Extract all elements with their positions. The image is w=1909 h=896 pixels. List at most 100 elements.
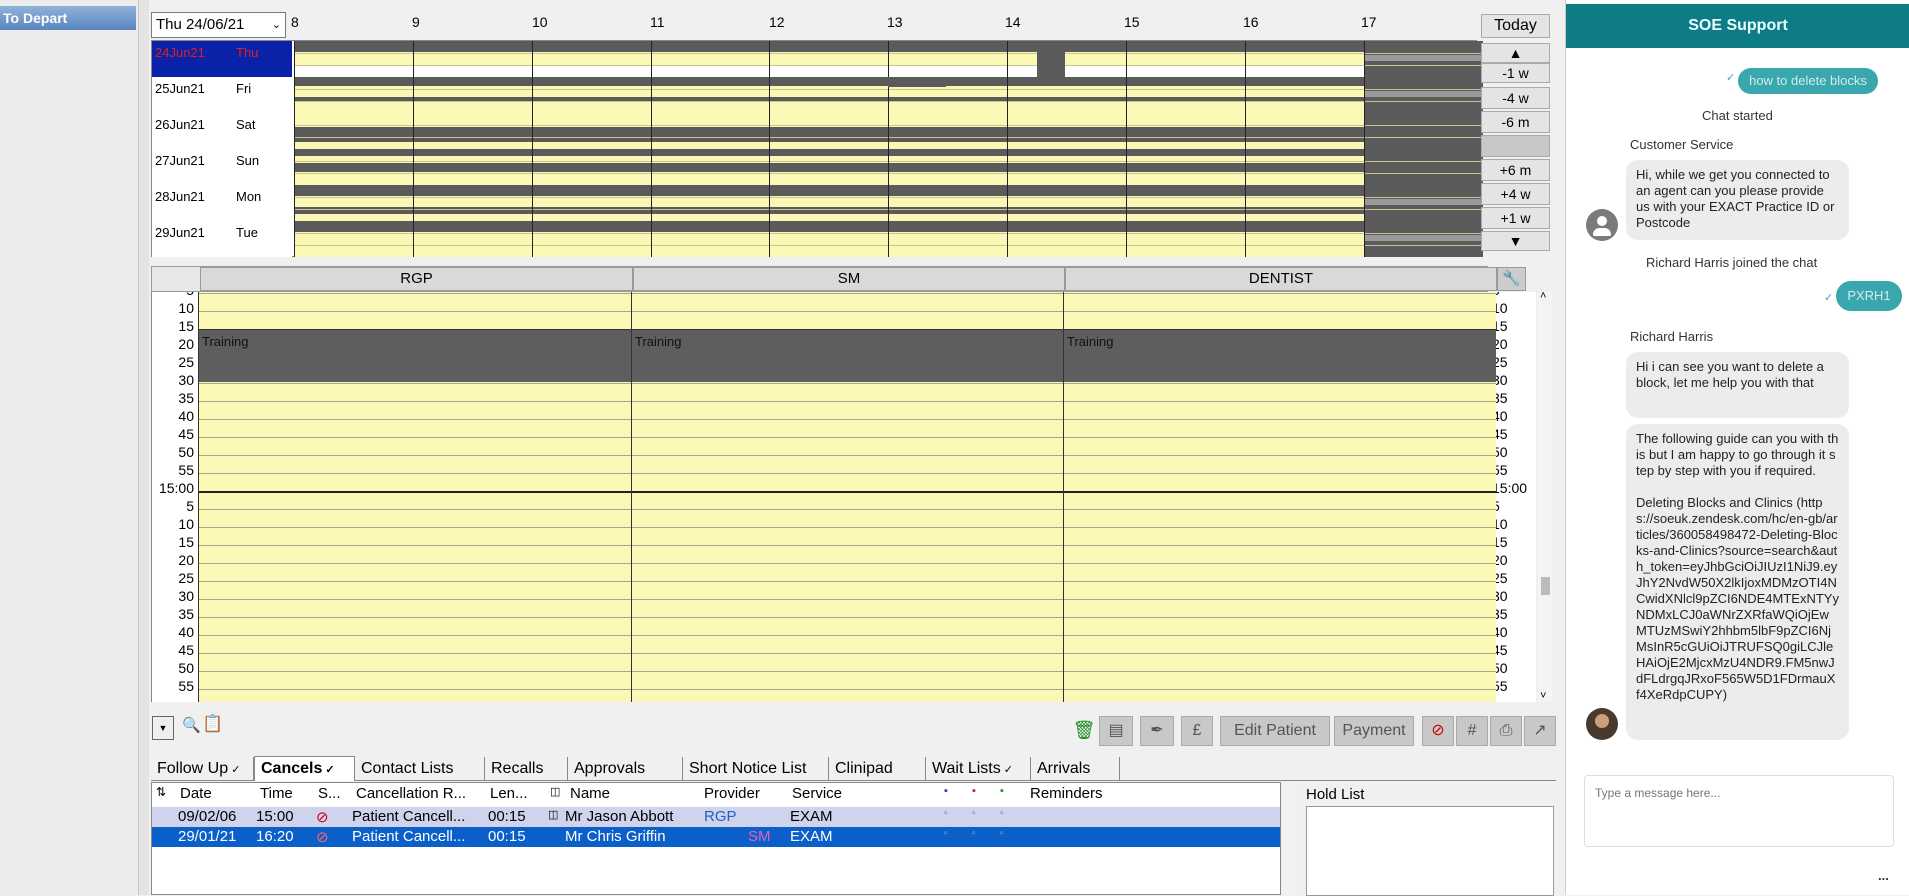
tab-cancels[interactable]: Cancels ✓ (254, 756, 355, 781)
week-day-row[interactable]: 26Jun21 Sat (152, 113, 1483, 149)
week-hour-cell[interactable] (532, 41, 651, 77)
card-icon[interactable]: ▤ (1099, 716, 1133, 746)
week-hour-cell[interactable] (294, 149, 413, 185)
tab-approvals[interactable]: Approvals (568, 757, 683, 780)
week-hour-cell[interactable] (1245, 77, 1364, 113)
week-hour-cell[interactable] (1007, 221, 1126, 257)
week-hour-cell[interactable] (651, 77, 770, 113)
week-hour-cell[interactable] (651, 185, 770, 221)
week-hour-cell[interactable] (294, 77, 413, 113)
splitter[interactable] (139, 0, 149, 895)
search-icon[interactable]: 🔍 (182, 716, 201, 734)
header-service[interactable]: Service (792, 785, 842, 802)
week-hour-cell[interactable] (888, 113, 1007, 149)
busy-slot[interactable] (888, 77, 946, 87)
week-hour-cell[interactable] (532, 113, 651, 149)
week-hour-cell[interactable] (651, 149, 770, 185)
week-hour-cell[interactable] (651, 41, 770, 77)
provider-column-rgp[interactable]: Training (198, 292, 631, 702)
week-hour-cell[interactable] (1007, 41, 1126, 77)
week-day-row[interactable]: 24Jun21 Thu (152, 41, 1483, 77)
week-hour-cell[interactable] (1245, 221, 1364, 257)
week-hour-cell[interactable] (888, 185, 1007, 221)
scroll-up-icon[interactable]: ˄ (1540, 290, 1546, 302)
header-name[interactable]: Name (570, 785, 610, 802)
training-block[interactable]: Training (632, 329, 1063, 382)
sort-icon[interactable]: ⇅ (156, 785, 166, 799)
week-hour-cell[interactable] (769, 41, 888, 77)
table-row[interactable]: 09/02/06 15:00 ⊘ Patient Cancell... 00:1… (152, 807, 1280, 827)
wrench-icon[interactable]: 🔧 (1497, 267, 1526, 291)
header-length[interactable]: Len... (490, 785, 528, 802)
week-hour-cell[interactable] (413, 221, 532, 257)
week-hour-cell[interactable] (413, 185, 532, 221)
week-hour-cell[interactable] (1126, 149, 1245, 185)
week-nav-button[interactable]: +6 m (1481, 159, 1550, 181)
header-reminders[interactable]: Reminders (1030, 785, 1103, 802)
week-hour-cell[interactable] (294, 185, 413, 221)
week-nav-button[interactable]: -4 w (1481, 87, 1550, 109)
week-hour-cell[interactable] (1126, 41, 1245, 77)
clipboard-icon[interactable]: 📋 (202, 714, 223, 734)
tab-wait-lists[interactable]: Wait Lists ✓ (926, 757, 1031, 780)
week-hour-cell[interactable] (651, 113, 770, 149)
tab-arrivals[interactable]: Arrivals (1031, 757, 1120, 780)
hold-list[interactable] (1306, 806, 1554, 896)
week-hour-cell[interactable] (1364, 221, 1483, 257)
header-note-icon[interactable]: ◫ (550, 785, 560, 798)
week-nav-button[interactable]: +1 w (1481, 207, 1550, 229)
chat-input[interactable] (1584, 775, 1894, 847)
export-icon[interactable]: ↗ (1524, 716, 1556, 746)
week-hour-cell[interactable] (532, 77, 651, 113)
cancel-icon[interactable]: ⊘ (1422, 716, 1454, 746)
week-nav-button[interactable]: ▼ (1481, 231, 1550, 251)
pen-icon[interactable]: ✒ (1140, 716, 1174, 746)
provider-column-sm[interactable]: Training (631, 292, 1063, 702)
week-nav-button[interactable]: +4 w (1481, 183, 1550, 205)
week-hour-cell[interactable] (769, 149, 888, 185)
week-hour-cell[interactable] (769, 185, 888, 221)
week-hour-cell[interactable] (1007, 77, 1126, 113)
tab-follow-up[interactable]: Follow Up ✓ (151, 757, 254, 780)
week-hour-cell[interactable] (888, 221, 1007, 257)
week-hour-cell[interactable] (413, 149, 532, 185)
week-hour-cell[interactable] (1245, 113, 1364, 149)
week-hour-cell[interactable] (532, 149, 651, 185)
printer-icon[interactable]: ⎙ (1490, 716, 1522, 746)
dropdown-icon[interactable]: ▼ (152, 716, 174, 740)
week-hour-cell[interactable] (413, 41, 532, 77)
week-hour-cell[interactable] (294, 113, 413, 149)
week-nav-button[interactable]: ▲ (1481, 43, 1550, 63)
week-nav-button[interactable]: -6 m (1481, 111, 1550, 133)
column-header-dentist[interactable]: DENTIST (1065, 267, 1497, 291)
tab-recalls[interactable]: Recalls (485, 757, 568, 780)
list-scrollbar[interactable] (1283, 782, 1297, 895)
week-hour-cell[interactable] (888, 41, 1007, 77)
week-day-row[interactable]: 25Jun21 Fri (152, 77, 1483, 113)
header-status[interactable]: S... (318, 785, 341, 802)
week-hour-cell[interactable] (888, 149, 1007, 185)
week-hour-cell[interactable] (532, 221, 651, 257)
scroll-thumb[interactable] (1541, 577, 1550, 595)
day-scrollbar[interactable]: ˄ ˅ (1538, 290, 1552, 702)
week-nav-button[interactable]: Today (1481, 14, 1550, 38)
week-day-row[interactable]: 27Jun21 Sun (152, 149, 1483, 185)
header-date[interactable]: Date (180, 785, 212, 802)
week-hour-cell[interactable] (532, 185, 651, 221)
edit-patient-button[interactable]: Edit Patient (1220, 716, 1330, 746)
cancels-list[interactable]: ⇅ Date Time S... Cancellation R... Len..… (151, 782, 1296, 895)
tab-contact-lists[interactable]: Contact Lists (355, 757, 485, 780)
scroll-down-icon[interactable]: ˅ (1540, 690, 1546, 702)
week-hour-cell[interactable] (1007, 149, 1126, 185)
trash-icon[interactable]: 🗑 (1072, 716, 1096, 746)
week-hour-cell[interactable] (769, 77, 888, 113)
training-block[interactable]: Training (199, 329, 631, 382)
week-hour-cell[interactable] (1364, 185, 1483, 221)
week-grid[interactable]: 24Jun21 Thu 25Jun21 Fri 26Jun21 Sat 27Jun21 Sun… (151, 40, 1483, 257)
grid-icon[interactable]: # (1456, 716, 1488, 746)
tab-short-notice-list[interactable]: Short Notice List (683, 757, 829, 780)
week-day-row[interactable]: 29Jun21 Tue (152, 221, 1483, 257)
provider-column-dentist[interactable]: Training (1063, 292, 1496, 702)
more-options-button[interactable]: ... (1878, 868, 1889, 883)
week-hour-cell[interactable] (651, 221, 770, 257)
